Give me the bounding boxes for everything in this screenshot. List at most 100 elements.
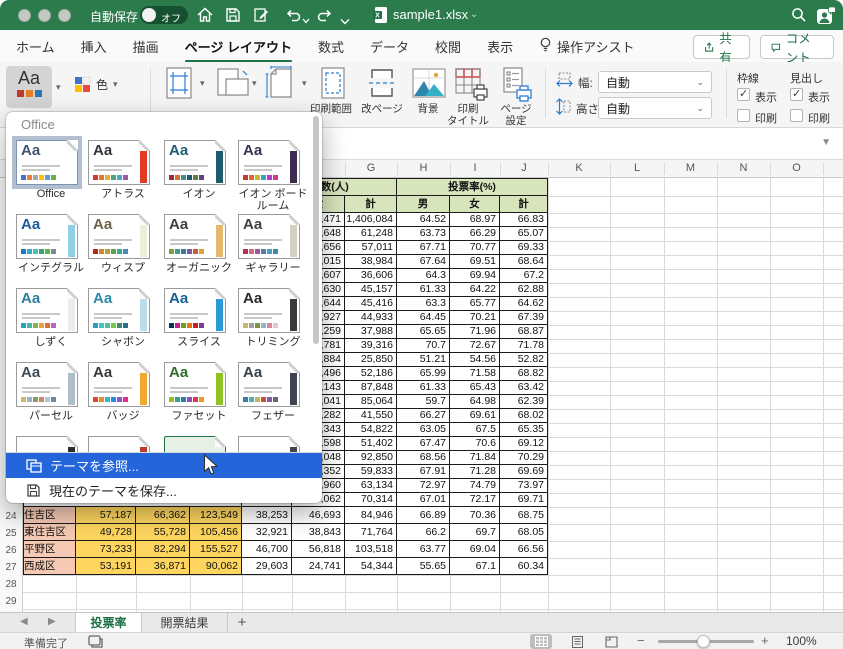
subheader-male[interactable]: 男 [397, 196, 450, 213]
cell-i[interactable]: 74.79 [450, 479, 500, 493]
cell-h[interactable]: 61.33 [397, 283, 450, 297]
theme-item[interactable]: Aa パーセル [16, 362, 86, 422]
size-chevron-icon[interactable]: ▾ [302, 78, 307, 89]
title-chevron-icon[interactable]: ⌄ [470, 9, 478, 20]
theme-item[interactable]: Aa シャボン [88, 288, 158, 348]
sheet-cell[interactable]: 66.89 [397, 507, 450, 524]
cell-h[interactable]: 64.52 [397, 213, 450, 227]
cell-h[interactable]: 64.3 [397, 269, 450, 283]
theme-item[interactable]: Aa ギャラリー [238, 214, 308, 274]
cell-i[interactable]: 72.17 [450, 493, 500, 507]
sheet-cell[interactable]: 46,693 [292, 507, 345, 524]
sheet-cell[interactable]: 66,362 [136, 507, 190, 524]
cell-h[interactable]: 72.97 [397, 479, 450, 493]
themes-chevron-icon[interactable]: ▾ [56, 82, 61, 93]
cell-j[interactable]: 73.97 [500, 479, 548, 493]
page-layout-view-button[interactable] [566, 634, 588, 649]
theme-item[interactable]: Aa インテグラル [16, 214, 86, 274]
cell-h[interactable]: 66.27 [397, 409, 450, 423]
column-header-J[interactable]: J [500, 162, 548, 174]
sheet-cell[interactable]: 68.75 [500, 507, 548, 524]
cell-h[interactable]: 63.05 [397, 423, 450, 437]
cell-i[interactable]: 65.43 [450, 381, 500, 395]
browse-themes-menuitem[interactable]: テーマを参照... [6, 453, 322, 478]
sheet-cell[interactable]: 73,233 [76, 541, 136, 558]
cell-h[interactable]: 70.7 [397, 339, 450, 353]
minimize-window-button[interactable] [38, 8, 51, 22]
share-button[interactable]: 共有 [693, 32, 750, 65]
save-icon[interactable] [224, 6, 242, 24]
document-title[interactable]: sample1.xlsx [393, 7, 468, 22]
ribbon-tab-9[interactable]: 操作アシスト [539, 37, 635, 56]
cell-g[interactable]: 70,314 [345, 493, 397, 507]
orientation-chevron-icon[interactable]: ▾ [252, 78, 257, 89]
theme-item[interactable]: Aa スライス [164, 288, 234, 348]
margins-button[interactable] [162, 65, 196, 106]
cell-g[interactable]: 52,186 [345, 367, 397, 381]
sheet-cell[interactable]: 70.36 [450, 507, 500, 524]
sheet-cell[interactable]: 84,946 [345, 507, 397, 524]
orientation-button[interactable] [214, 65, 250, 106]
ribbon-tab-1[interactable]: ホーム [16, 37, 55, 56]
cell-g[interactable]: 87,848 [345, 381, 397, 395]
cell-j[interactable]: 63.42 [500, 381, 548, 395]
theme-item[interactable]: Aa バッジ [88, 362, 158, 422]
cell-g[interactable]: 1,406,084 [345, 213, 397, 227]
cell-i[interactable]: 67.5 [450, 423, 500, 437]
sheet-tab-active[interactable]: 投票率 [75, 613, 142, 632]
add-sheet-button[interactable]: + [232, 614, 252, 631]
cell-j[interactable]: 69.12 [500, 437, 548, 451]
sheet-cell[interactable]: 105,456 [190, 524, 242, 541]
cell-g[interactable]: 45,157 [345, 283, 397, 297]
print-titles-button[interactable] [452, 65, 490, 108]
cell-g[interactable]: 61,248 [345, 227, 397, 241]
sheet-cell[interactable]: 155,527 [190, 541, 242, 558]
cell-h[interactable]: 59.7 [397, 395, 450, 409]
cell-g[interactable]: 54,822 [345, 423, 397, 437]
cell-j[interactable]: 69.69 [500, 465, 548, 479]
gridlines-print-checkbox[interactable] [737, 109, 750, 122]
cell-i[interactable]: 70.77 [450, 241, 500, 255]
cell-g[interactable]: 59,833 [345, 465, 397, 479]
sheet-cell[interactable]: 38,253 [242, 507, 292, 524]
toolbar-overflow-chevron-icon[interactable] [340, 12, 358, 30]
column-header-G[interactable]: G [345, 162, 397, 174]
cell-h[interactable]: 61.33 [397, 381, 450, 395]
sheet-cell[interactable]: 66.56 [500, 541, 548, 558]
cell-h[interactable]: 67.47 [397, 437, 450, 451]
subheader-total[interactable]: 計 [345, 196, 397, 213]
sheet-cell[interactable]: 38,843 [292, 524, 345, 541]
page-setup-button[interactable] [500, 65, 534, 108]
sheet-tab-inactive[interactable]: 開票結果 [142, 613, 228, 632]
sheet-cell[interactable]: 69.7 [450, 524, 500, 541]
headings-print-checkbox[interactable] [790, 109, 803, 122]
home-icon[interactable] [196, 6, 214, 24]
undo-icon[interactable] [284, 6, 302, 24]
cell-j[interactable]: 62.39 [500, 395, 548, 409]
cell-i[interactable]: 70.6 [450, 437, 500, 451]
cell-h[interactable]: 67.91 [397, 465, 450, 479]
cell-g[interactable]: 57,011 [345, 241, 397, 255]
column-header-L[interactable]: L [610, 162, 664, 174]
cell-h[interactable]: 68.56 [397, 451, 450, 465]
column-header-M[interactable]: M [664, 162, 717, 174]
zoom-level[interactable]: 100% [786, 634, 817, 648]
column-header-I[interactable]: I [450, 162, 500, 174]
cell-j[interactable]: 52.82 [500, 353, 548, 367]
cell-g[interactable]: 85,064 [345, 395, 397, 409]
sheet-cell[interactable]: 68.05 [500, 524, 548, 541]
cell-j[interactable]: 68.02 [500, 409, 548, 423]
column-header-N[interactable]: N [717, 162, 770, 174]
search-icon[interactable] [790, 6, 808, 24]
cell-j[interactable]: 68.82 [500, 367, 548, 381]
cell-g[interactable]: 92,850 [345, 451, 397, 465]
themes-button[interactable]: Aa [6, 66, 52, 108]
ribbon-tab-4[interactable]: ページ レイアウト [184, 37, 293, 63]
cell-j[interactable]: 71.78 [500, 339, 548, 353]
prev-sheet-arrow-icon[interactable]: ◀ [20, 616, 28, 627]
sheet-cell[interactable]: 66.2 [397, 524, 450, 541]
cell-i[interactable]: 71.96 [450, 325, 500, 339]
cell-i[interactable]: 64.98 [450, 395, 500, 409]
display-settings-icon[interactable] [88, 635, 103, 649]
zoom-out-button[interactable]: − [637, 633, 645, 648]
